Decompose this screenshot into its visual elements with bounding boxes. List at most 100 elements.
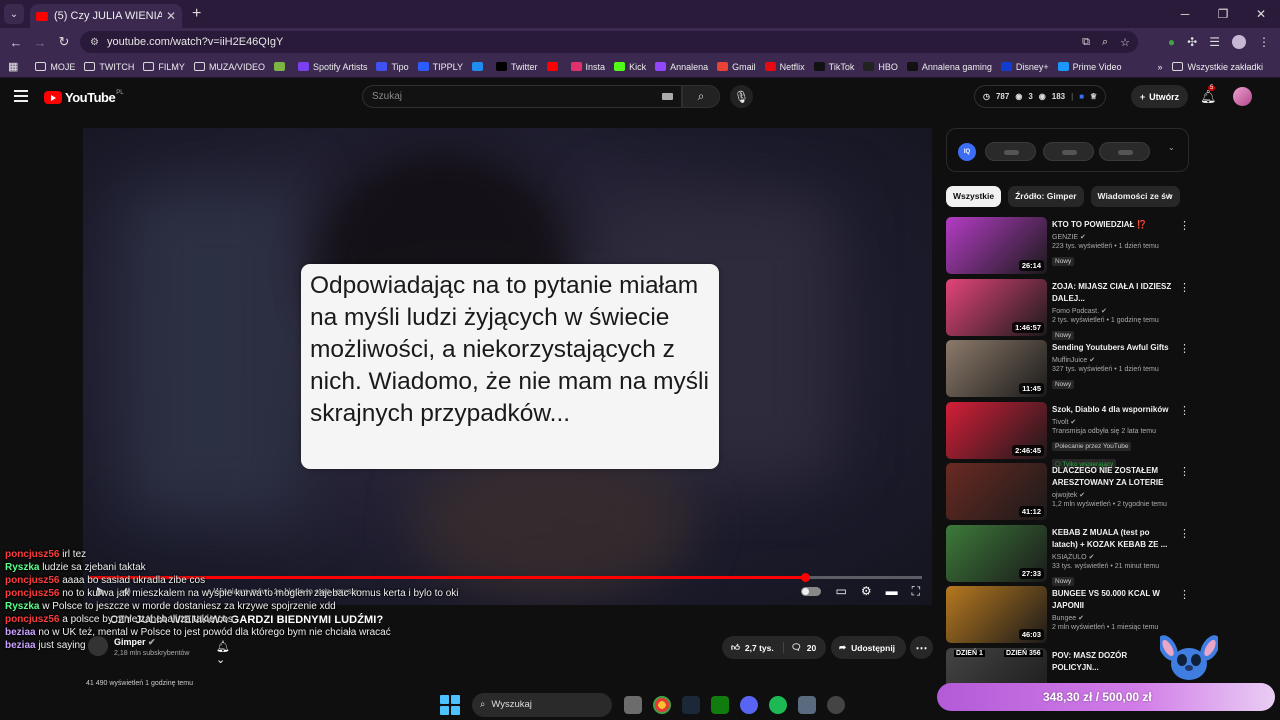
more-vertical-icon[interactable]: ⋮ (1179, 404, 1190, 417)
bookmark-item[interactable]: TikTok (813, 62, 854, 72)
user-avatar[interactable] (1233, 87, 1252, 106)
bookmark-item[interactable]: TIPPLY (417, 62, 463, 72)
bookmark-item[interactable]: Prime Video (1057, 62, 1122, 72)
extension-chip[interactable] (985, 142, 1036, 161)
bookmark-item[interactable]: Annalena (655, 62, 708, 72)
profile-avatar-icon[interactable] (1232, 35, 1246, 49)
youtube-logo[interactable]: YouTube PL (44, 90, 124, 105)
like-button[interactable]: 👍︎ 2,7 tys. (722, 642, 784, 653)
chevron-down-icon[interactable]: ⌄ (1168, 143, 1175, 152)
related-video-item[interactable]: 41:12 DLACZEGO NIE ZOSTAŁEM ARESZTOWANY Z… (946, 463, 1192, 525)
related-video-item[interactable]: 26:14 KTO TO POWIEDZIAŁ ⁉️ GENZIE ✔ 223 tys… (946, 217, 1192, 279)
more-vertical-icon[interactable]: ⋮ (1179, 281, 1190, 294)
steam-icon[interactable] (682, 695, 700, 714)
task-view-icon[interactable] (624, 695, 642, 714)
reading-list-icon[interactable]: ☰ (1209, 35, 1220, 49)
related-video-item[interactable]: 1:46:57 ZOJA: MIJASZ CIAŁA I IDZIESZ DALE… (946, 278, 1192, 341)
spotify-icon[interactable] (769, 695, 787, 714)
close-window-icon[interactable]: ✕ (1242, 0, 1280, 28)
bookmark-item[interactable] (273, 62, 289, 72)
bookmark-item[interactable]: MOJE (35, 62, 75, 72)
trophy-icon[interactable]: ♕ (1090, 92, 1097, 101)
video-title[interactable]: KEBAB Z MUALA (test po latach) + KOZAK K… (1052, 527, 1172, 551)
more-vertical-icon[interactable]: ⋮ (1179, 465, 1190, 478)
install-app-icon[interactable]: ⧉ (1082, 36, 1090, 49)
bookmark-item[interactable] (546, 62, 562, 72)
close-tab-icon[interactable]: ✕ (166, 9, 176, 23)
more-vertical-icon[interactable]: ⋮ (1179, 219, 1190, 232)
bookmark-item[interactable]: Kick (614, 62, 646, 72)
bookmark-item[interactable]: FILMY (143, 62, 185, 72)
video-title[interactable]: ZOJA: MIJASZ CIAŁA I IDZIESZ DALEJ... (1052, 281, 1172, 305)
settings-gear-icon[interactable] (798, 695, 816, 714)
bookmark-item[interactable]: MUZA/VIDEO (193, 62, 265, 72)
create-button[interactable]: + Utwórz (1131, 85, 1188, 108)
apps-grid-icon[interactable]: ▦ (8, 60, 18, 73)
search-input[interactable]: Szukaj (362, 85, 682, 108)
keyboard-icon[interactable] (662, 93, 673, 100)
settings-gear-icon[interactable]: ⚙ (861, 584, 872, 599)
browser-tab-active[interactable]: (5) Czy JULIA WIENIAWA GARDZI ✕ (30, 4, 182, 28)
site-info-icon[interactable]: ⚙ (90, 37, 99, 48)
channel-name[interactable]: Fomo Podcast. ✔ (1052, 307, 1172, 315)
extensions-puzzle-icon[interactable]: ✣ (1187, 35, 1197, 49)
bookmark-item[interactable]: Spotify Artists (297, 62, 367, 72)
video-thumbnail[interactable]: 27:33 (946, 524, 1047, 582)
bookmark-star-icon[interactable]: ☆ (1120, 36, 1130, 49)
video-thumbnail[interactable]: 26:14 (946, 217, 1047, 274)
chrome-icon[interactable] (653, 695, 671, 714)
new-tab-icon[interactable]: + (192, 5, 201, 23)
theater-mode-icon[interactable]: ▬ (886, 584, 898, 599)
extension-chip[interactable] (1043, 142, 1094, 161)
windows-start-icon[interactable] (440, 694, 460, 715)
share-button[interactable]: ➦ Udostępnij (831, 636, 906, 659)
forward-icon[interactable]: → (28, 35, 52, 50)
video-player[interactable]: Odpowiadając na to pytanie miałam na myś… (83, 128, 932, 605)
notifications-bell-icon[interactable]: 🔔︎ 5 (1200, 85, 1217, 105)
app-icon[interactable] (827, 695, 845, 714)
more-vertical-icon[interactable]: ⋮ (1179, 342, 1190, 355)
video-thumbnail[interactable]: 41:12 (946, 463, 1047, 520)
subtitles-icon[interactable]: ▭ (835, 584, 846, 599)
related-video-item[interactable]: 27:33 KEBAB Z MUALA (test po latach) + KO… (946, 524, 1192, 587)
video-title[interactable]: KTO TO POWIEDZIAŁ ⁉️ (1052, 219, 1172, 231)
iq-extension-icon[interactable]: IQ (958, 143, 976, 161)
more-bookmarks-icon[interactable]: » (1157, 62, 1162, 72)
bookmark-item[interactable]: HBO (863, 62, 898, 72)
more-vertical-icon[interactable]: ⋮ (1179, 527, 1190, 540)
more-vertical-icon[interactable]: ⋮ (1179, 588, 1190, 601)
video-title[interactable]: BUNGEE VS 50.000 KCAL W JAPONII (1052, 588, 1172, 612)
bookmark-item[interactable]: Insta (570, 62, 605, 72)
bookmark-item[interactable]: Tipo (376, 62, 409, 72)
taskbar-search-input[interactable]: ⌕ Wyszukaj (472, 692, 612, 717)
discord-icon[interactable] (740, 695, 758, 714)
video-title[interactable]: Szok, Diablo 4 dla wsporników (1052, 404, 1172, 416)
all-bookmarks[interactable]: Wszystkie zakładki (1172, 62, 1263, 72)
xbox-icon[interactable] (711, 695, 729, 714)
extension-chip[interactable] (1099, 142, 1150, 161)
extension-stats[interactable]: ◷ 787 ◉ 3 ◉ 183 | ■ ♕ (974, 85, 1107, 108)
zoom-icon[interactable]: ⌕ (1102, 36, 1108, 49)
browser-menu-icon[interactable]: ⋮ (1258, 35, 1270, 49)
reload-icon[interactable]: ↻ (52, 34, 76, 50)
fullscreen-icon[interactable]: ⛶ (912, 584, 920, 599)
bookmark-item[interactable]: Annalena gaming (906, 62, 992, 72)
related-video-item[interactable]: 2:46:45 Szok, Diablo 4 dla wsporników Tivo… (946, 401, 1192, 469)
filter-chip[interactable]: Wszystkie (946, 186, 1002, 207)
channel-name[interactable]: ojwojtek ✔ (1052, 491, 1172, 499)
channel-name[interactable]: Bungee ✔ (1052, 614, 1172, 622)
bookmark-item[interactable]: Gmail (717, 62, 756, 72)
video-thumbnail[interactable]: 46:03 (946, 586, 1047, 643)
video-thumbnail[interactable]: 11:45 (946, 340, 1047, 397)
video-thumbnail[interactable]: 1:46:57 (946, 278, 1047, 336)
autoplay-toggle[interactable] (801, 587, 822, 596)
channel-name[interactable]: GENZIE ✔ (1052, 233, 1172, 241)
bookmark-item[interactable]: Disney+ (1000, 62, 1049, 72)
back-icon[interactable]: ← (4, 35, 28, 50)
bookmark-item[interactable]: Netflix (764, 62, 805, 72)
extension-icon[interactable]: ● (1168, 35, 1175, 49)
hamburger-menu-icon[interactable] (14, 90, 28, 102)
video-title[interactable]: DLACZEGO NIE ZOSTAŁEM ARESZTOWANY ZA LOT… (1052, 465, 1172, 489)
channel-name[interactable]: MuffinJuice ✔ (1052, 356, 1172, 364)
search-button[interactable]: ⌕ (682, 85, 720, 108)
